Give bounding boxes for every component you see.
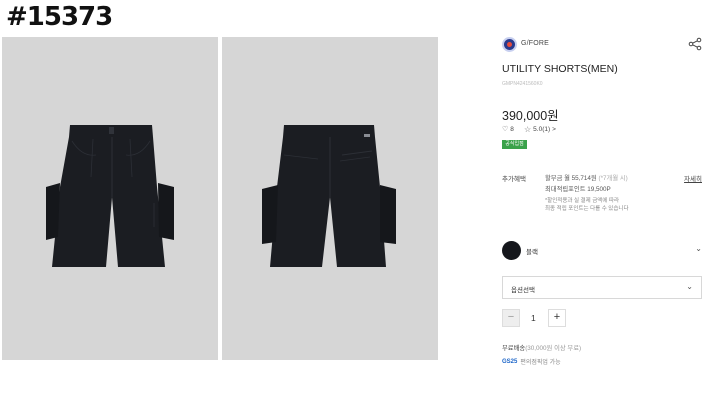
color-option-selector[interactable]: 블랙 ⌄ [502,240,702,260]
rating-link[interactable]: ☆ 5.0(1) > [524,125,556,134]
like-button[interactable]: ♡ 8 [502,125,514,134]
quantity-increase-button[interactable]: + [548,309,566,327]
gs25-icon: GS25 [502,358,518,365]
shorts-back-photo[interactable] [222,37,438,360]
chevron-down-icon: ⌄ [686,282,693,291]
points-info: 최대적립포인트 19,500P [545,186,611,193]
brand-logo[interactable] [502,37,517,52]
product-info-panel: G/FORE UTILITY SHORTS(MEN) GMPN4241560K0… [502,0,702,400]
share-icon[interactable] [688,37,702,51]
benefit-detail-link[interactable]: 자세히 [684,173,702,183]
shorts-front-photo[interactable] [2,37,218,360]
points-note-2: 최종 적립 포인트는 다를 수 있습니다 [545,206,629,212]
pickup-text: 편의점픽업 가능 [520,360,561,366]
heart-icon: ♡ [502,126,509,133]
quantity-decrease-button[interactable]: − [502,309,520,327]
option-select[interactable]: 옵션선택 ⌄ [502,276,702,299]
brand-name[interactable]: G/FORE [521,40,549,47]
product-code: GMPN4241560K0 [502,81,543,87]
product-title: UTILITY SHORTS(MEN) [502,63,618,75]
points-note-1: *할인적용과 실 결제 금액에 따라 [545,198,620,204]
color-swatch [502,241,521,260]
installment-info: 할부금 월 55,714원 (*7개월 시) [545,173,628,182]
rating-value: 5.0(1) [533,126,551,133]
installment-text: 할부금 월 55,714원 [545,175,597,182]
star-icon: ☆ [524,125,532,134]
shipping-text: 무료배송 [502,345,526,352]
benefit-label: 추가혜택 [502,176,526,183]
installment-note: (*7개월 시) [598,175,628,182]
chevron-down-icon: ⌄ [695,244,702,253]
shipping-condition: (30,000원 이상 무료) [525,345,582,352]
rating-arrow: > [552,126,556,133]
shorts-front-illustration [46,125,174,267]
shipping-info: 무료배송(30,000원 이상 무료) [502,343,581,352]
official-store-badge: 공식입점 [502,140,527,149]
like-count: 8 [510,125,514,133]
option-select-label: 옵션선택 [511,287,535,294]
shorts-back-illustration [262,125,396,267]
color-name: 블랙 [526,249,538,256]
quantity-value[interactable]: 1 [531,313,536,323]
brand-row: G/FORE [502,37,702,53]
watermark-label: #15373 [6,2,113,32]
pickup-info: GS25 편의점픽업 가능 [502,357,561,367]
product-price: 390,000원 [502,109,559,123]
